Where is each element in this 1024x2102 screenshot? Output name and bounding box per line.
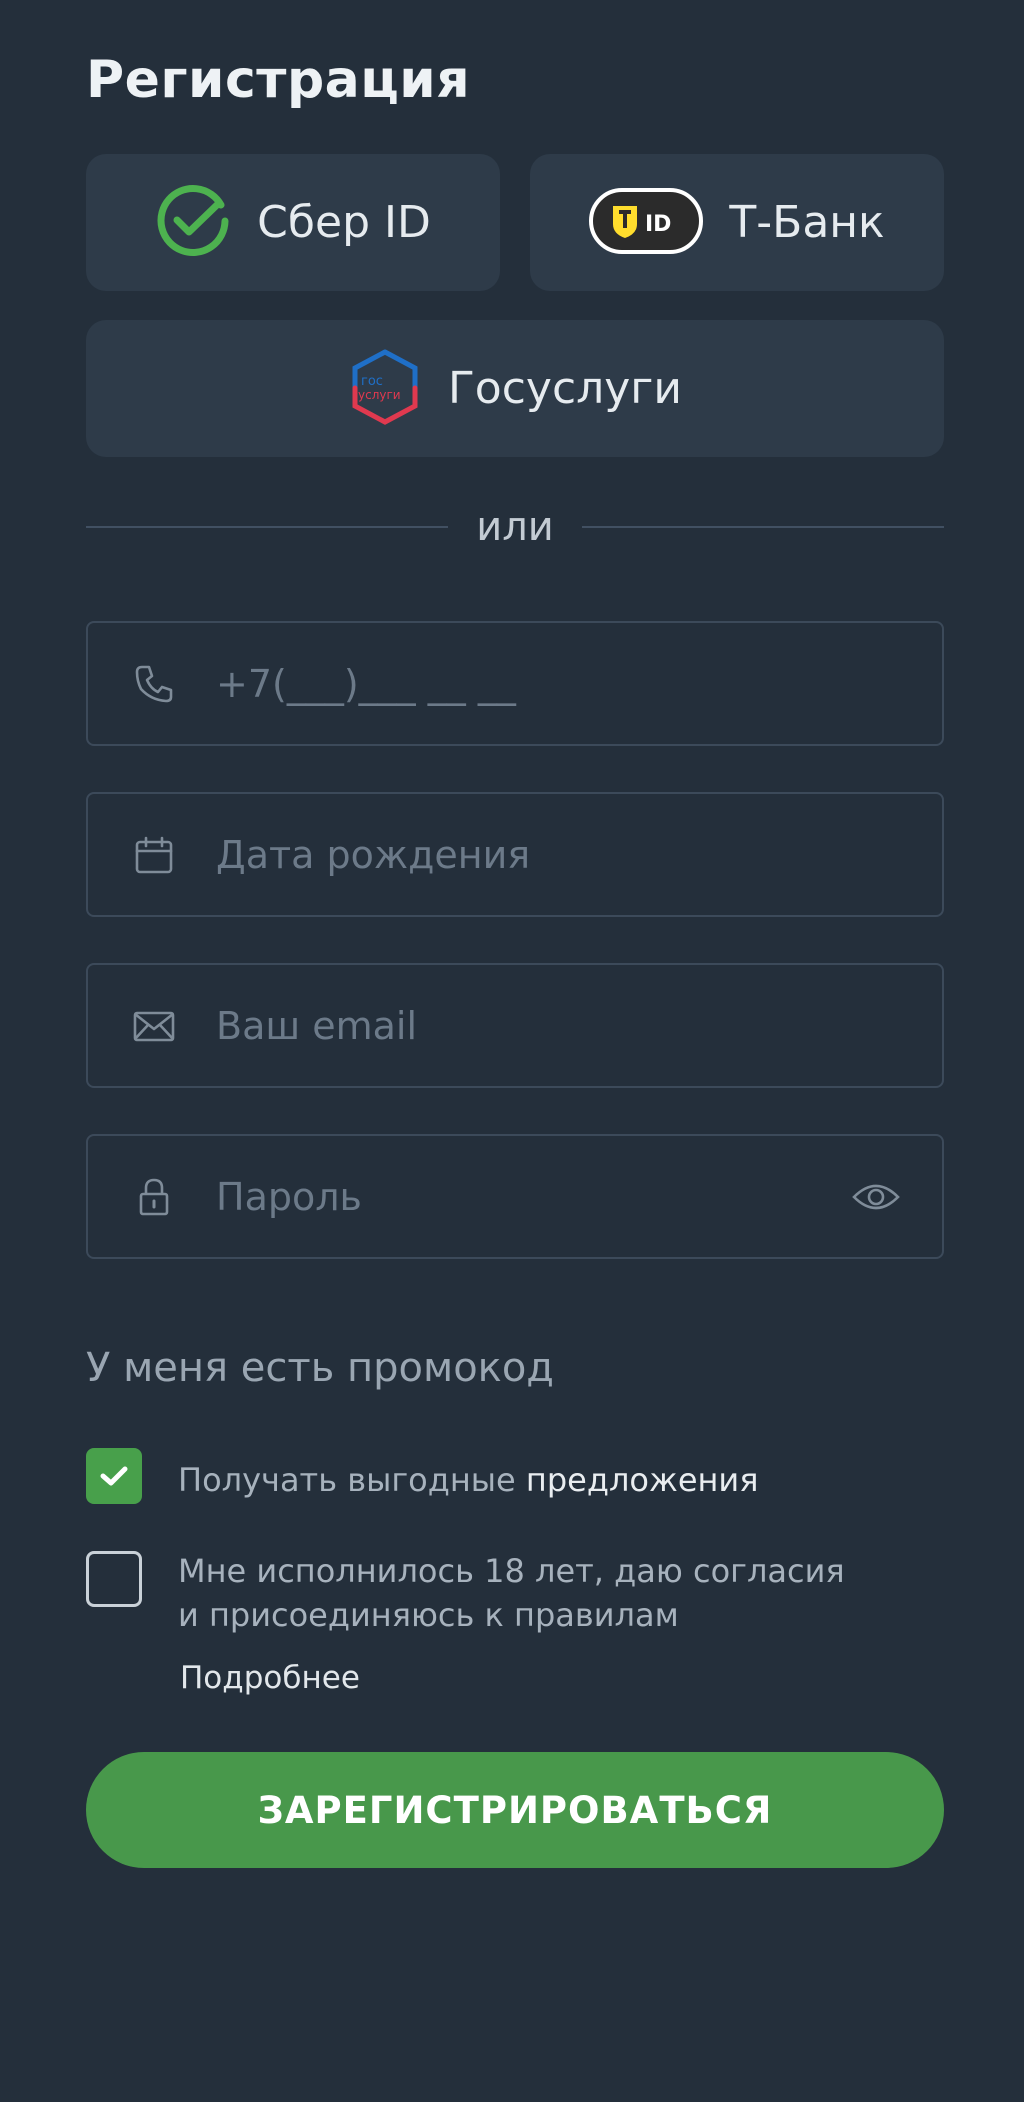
or-divider: или xyxy=(86,502,944,552)
phone-icon xyxy=(132,662,176,706)
offers-checkbox[interactable] xyxy=(86,1448,142,1504)
tbank-label: Т-Банк xyxy=(729,197,885,248)
gosuslugi-button[interactable]: гос услуги Госуслуги xyxy=(86,320,944,457)
gosuslugi-logo-text-bottom: услуги xyxy=(358,388,401,402)
tbank-id-icon: ID xyxy=(589,187,704,258)
offers-consent-text: Получать выгодные предложения xyxy=(178,1458,758,1502)
gosuslugi-logo-text-top: гос xyxy=(361,374,383,389)
calendar-icon xyxy=(132,833,176,877)
birthdate-field[interactable] xyxy=(86,792,944,917)
birthdate-input[interactable] xyxy=(216,794,942,915)
age-consent-line1: Мне исполнилось 18 лет, даю согласия xyxy=(178,1552,845,1590)
age-consent-checkbox[interactable] xyxy=(86,1551,142,1607)
gosuslugi-label: Госуслуги xyxy=(447,363,683,414)
checkmark-icon xyxy=(100,1466,128,1486)
divider-text: или xyxy=(476,504,554,550)
tbank-button[interactable]: ID Т-Банк xyxy=(530,154,944,291)
email-field[interactable] xyxy=(86,963,944,1088)
eye-icon[interactable] xyxy=(852,1173,900,1221)
phone-input[interactable] xyxy=(216,623,942,744)
age-consent-text: Мне исполнилось 18 лет, даю согласия и п… xyxy=(178,1549,845,1637)
age-consent-line2: и присоединяюсь к правилам xyxy=(178,1596,679,1634)
email-input[interactable] xyxy=(216,965,942,1086)
more-details-link[interactable]: Подробнее xyxy=(180,1660,360,1696)
mail-icon xyxy=(132,1004,176,1048)
register-button[interactable]: ЗАРЕГИСТРИРОВАТЬСЯ xyxy=(86,1752,944,1868)
lock-icon xyxy=(132,1175,176,1219)
sber-id-button[interactable]: Сбер ID xyxy=(86,154,500,291)
password-field[interactable] xyxy=(86,1134,944,1259)
promo-code-link[interactable]: У меня есть промокод xyxy=(86,1345,554,1391)
divider-line-right xyxy=(581,526,944,528)
phone-field[interactable] xyxy=(86,621,944,746)
offers-text-part1: Получать выгодные xyxy=(178,1461,526,1499)
page-title: Регистрация xyxy=(86,50,471,110)
sber-id-label: Сбер ID xyxy=(257,197,431,248)
gosuslugi-logo-icon: гос услуги xyxy=(348,348,422,430)
tbank-badge-text: ID xyxy=(645,212,671,237)
sber-check-icon xyxy=(155,183,231,263)
divider-line-left xyxy=(86,526,449,528)
password-input[interactable] xyxy=(216,1136,852,1257)
offers-text-part2: предложения xyxy=(525,1461,759,1499)
